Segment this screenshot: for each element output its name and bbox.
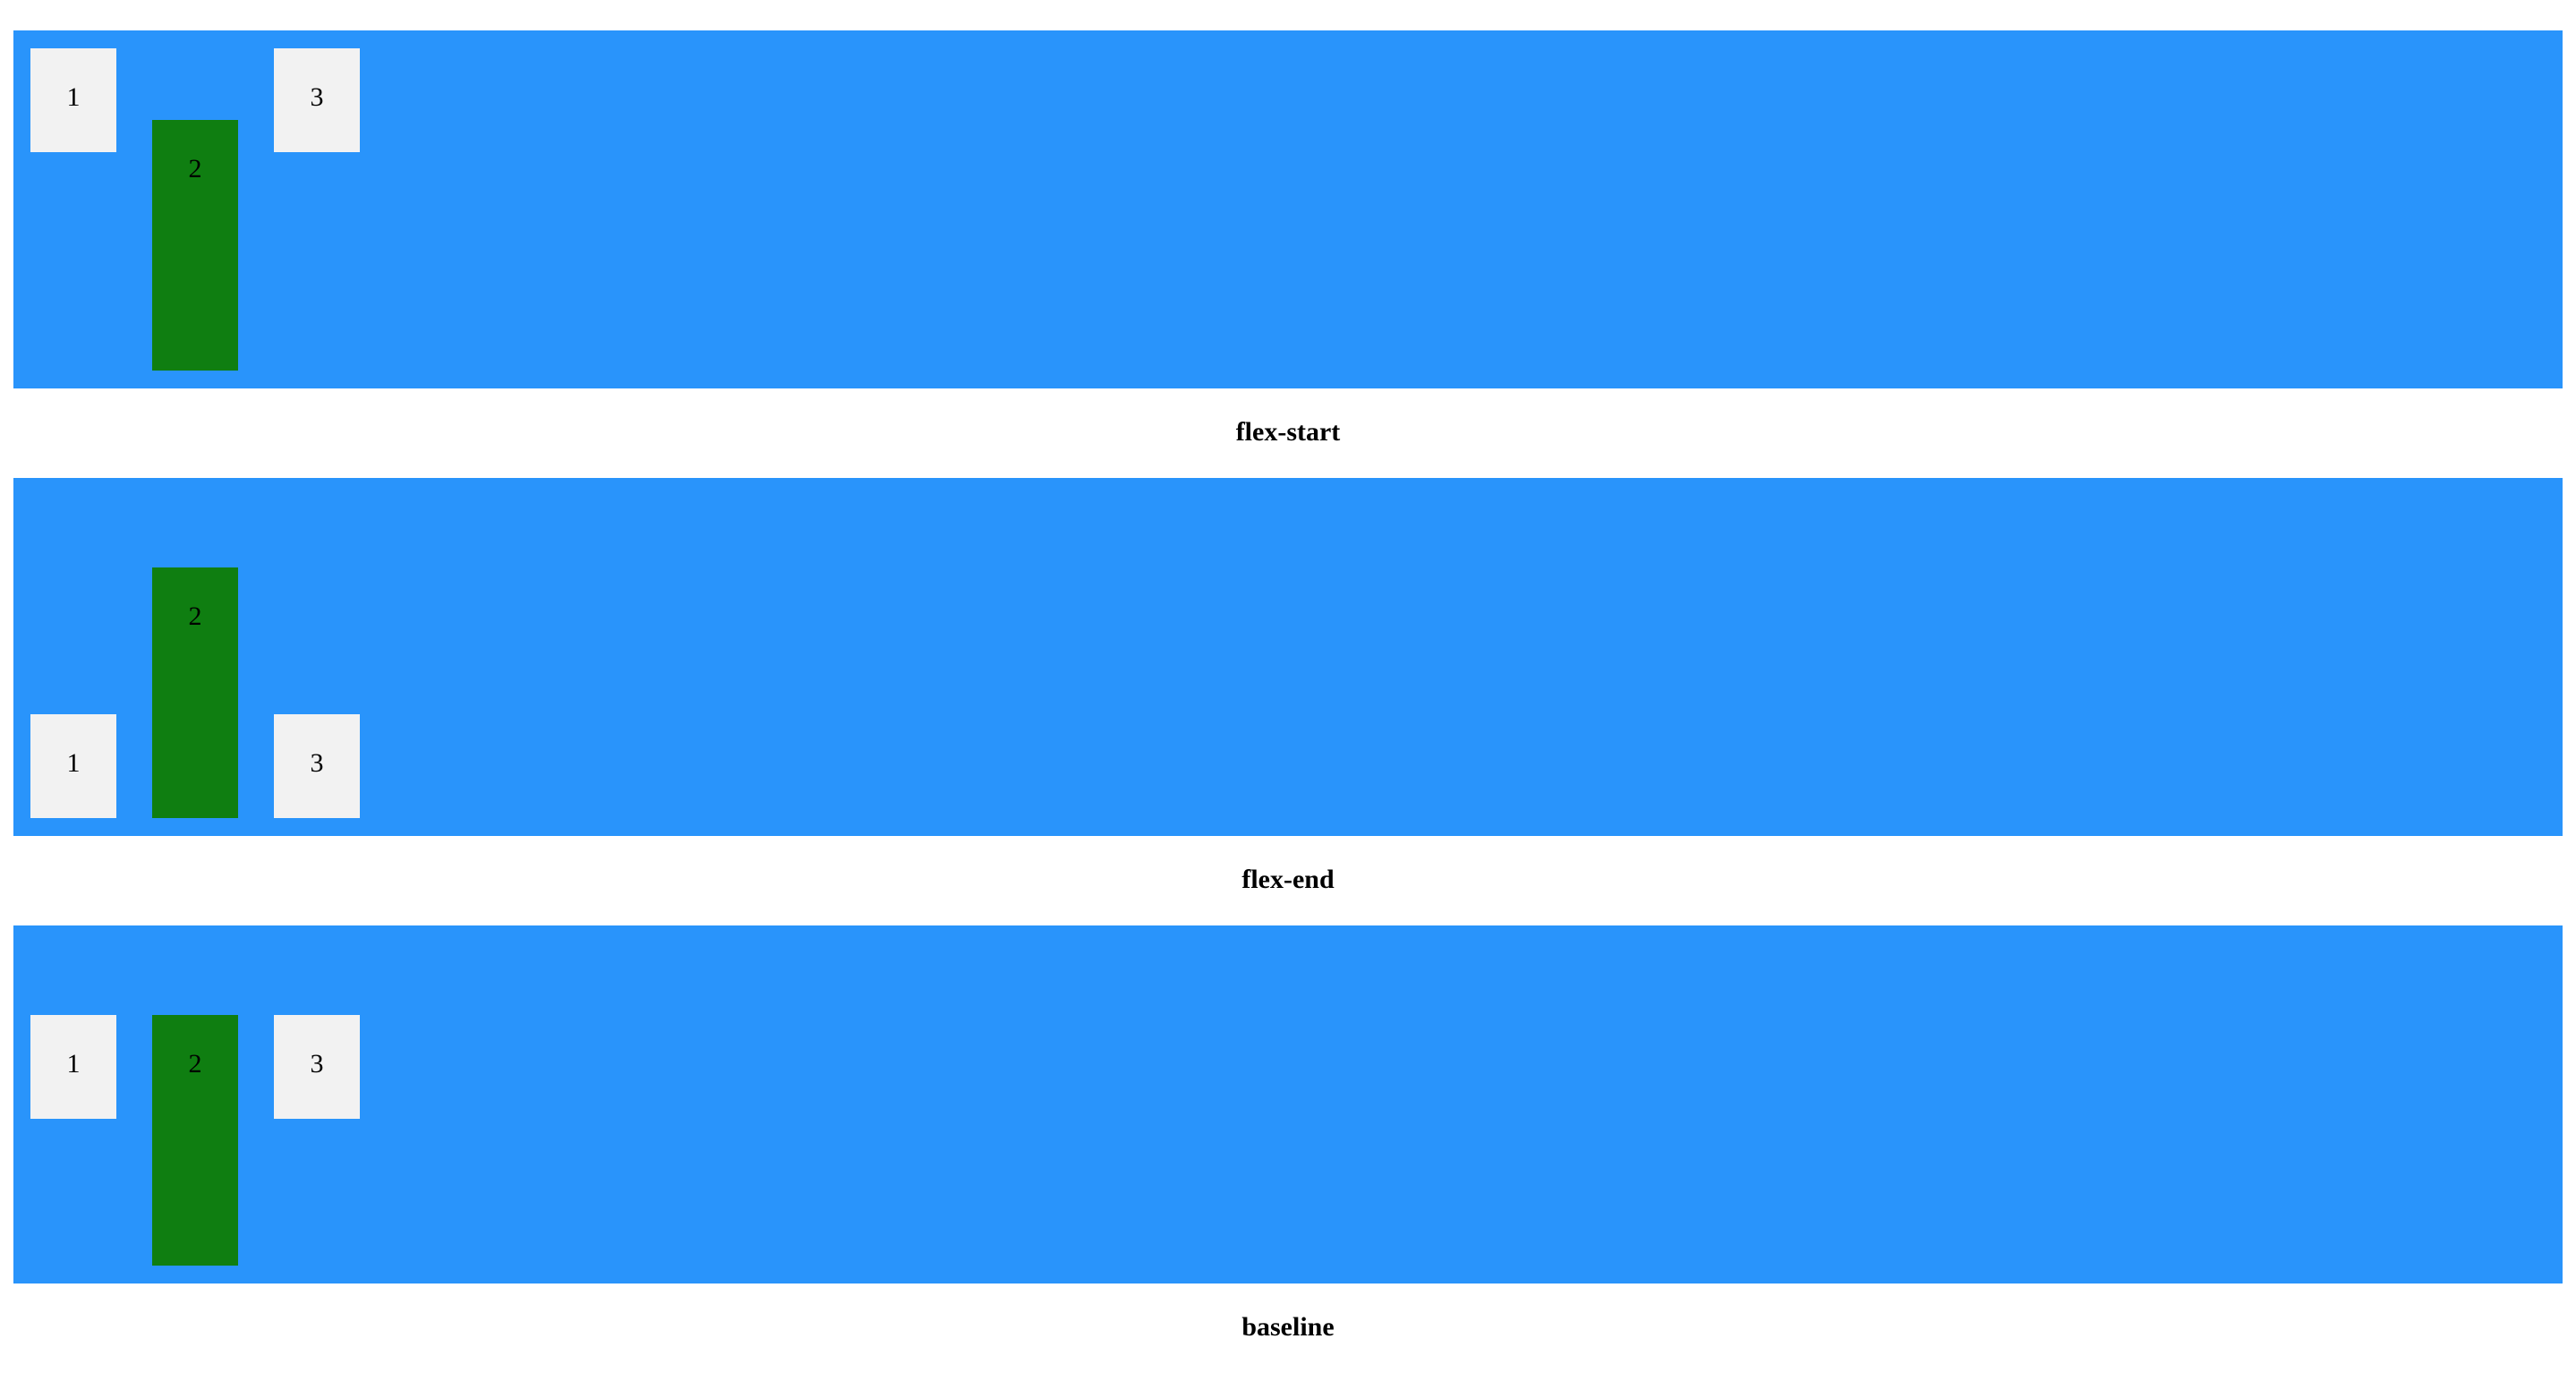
flex-item-3: 3 xyxy=(274,714,360,818)
flex-item-1: 1 xyxy=(30,1015,116,1119)
page: 1 2 3 flex-start 1 2 3 flex-end 1 2 3 ba… xyxy=(0,0,2576,1373)
demo-caption-flex-start: flex-start xyxy=(1235,417,1341,447)
flex-item-2: 2 xyxy=(152,1015,238,1266)
demo-caption-flex-end: flex-end xyxy=(1241,865,1335,894)
flex-item-1: 1 xyxy=(30,714,116,818)
flex-item-1: 1 xyxy=(30,48,116,152)
baseline-container: 1 2 3 xyxy=(13,925,2563,1283)
flex-item-2: 2 xyxy=(152,567,238,818)
demo-caption-baseline: baseline xyxy=(1241,1312,1335,1342)
flex-end-container: 1 2 3 xyxy=(13,478,2563,836)
flex-start-container: 1 2 3 xyxy=(13,30,2563,388)
flex-item-3: 3 xyxy=(274,48,360,152)
flex-item-3: 3 xyxy=(274,1015,360,1119)
flex-item-2: 2 xyxy=(152,120,238,371)
